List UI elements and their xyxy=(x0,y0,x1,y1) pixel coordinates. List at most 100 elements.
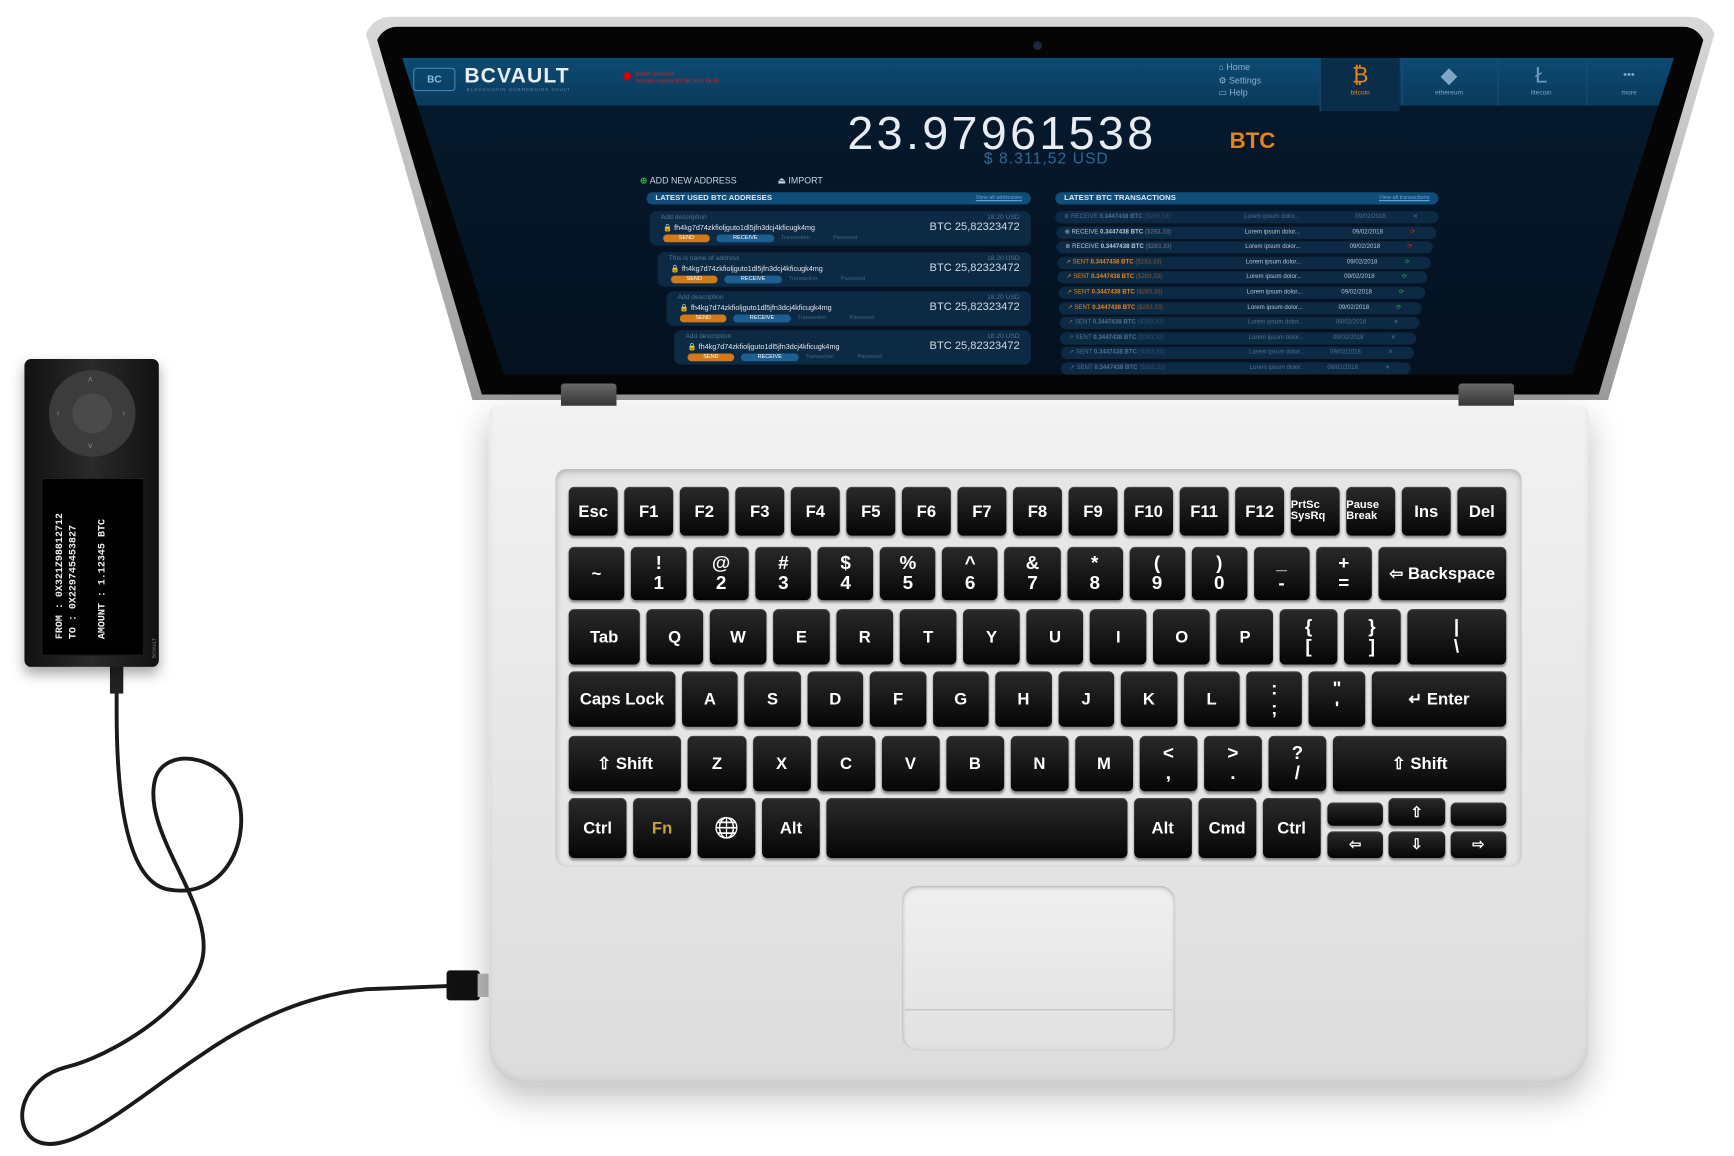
password-link[interactable]: Password xyxy=(858,353,882,360)
key-f12[interactable]: F12 xyxy=(1235,486,1285,536)
address-description[interactable]: This is name of address xyxy=(669,256,740,263)
arrow-down-key[interactable]: ⇩ xyxy=(1388,830,1445,859)
key-g[interactable]: G xyxy=(932,671,989,727)
key-fn[interactable]: Fn xyxy=(633,798,691,859)
password-link[interactable]: Password xyxy=(841,276,865,283)
arrow-up-key[interactable]: ⇧ xyxy=(1388,798,1445,826)
key-symbol[interactable]: + = xyxy=(1316,546,1372,601)
import-button[interactable]: ⏏ IMPORT xyxy=(778,176,823,186)
send-button[interactable]: SEND xyxy=(687,353,735,362)
address-card[interactable]: This is name of address 🔒 fh4kg7d74zkfiol… xyxy=(657,252,1031,287)
key-f6[interactable]: F6 xyxy=(901,486,951,536)
key-tab[interactable]: Tab xyxy=(568,609,640,665)
key-symbol[interactable]: <, xyxy=(1139,735,1198,792)
key-symbol[interactable]: 🌐 xyxy=(697,798,756,859)
key-d[interactable]: D xyxy=(807,671,864,727)
key-f5[interactable]: F5 xyxy=(846,486,896,536)
key-symbol[interactable]: | \ xyxy=(1406,609,1507,665)
key-u[interactable]: U xyxy=(1026,609,1084,665)
transaction-row[interactable]: ↗ SENT 0.3447438 BTC ($283,33) Lorem ipsu… xyxy=(1058,286,1425,299)
receive-button[interactable]: RECEIVE xyxy=(740,353,799,362)
nav-home[interactable]: ⌂ Home xyxy=(1219,62,1251,72)
key-f7[interactable]: F7 xyxy=(957,486,1007,536)
arrow-right-key[interactable]: ⇨ xyxy=(1450,830,1507,859)
key-f10[interactable]: F10 xyxy=(1124,486,1174,536)
key-q[interactable]: Q xyxy=(646,609,704,665)
key-symbol[interactable]: _ - xyxy=(1253,546,1310,601)
key-1[interactable]: ! 1 xyxy=(631,546,687,601)
view-all-transactions-link[interactable]: View all transactions xyxy=(1379,192,1430,204)
key-7[interactable]: & 7 xyxy=(1004,546,1061,601)
transaction-row[interactable]: ⊛ RECEIVE 0.3447438 BTC ($283,33) Lorem i… xyxy=(1056,241,1433,254)
arrow-left-key[interactable]: ⇦ xyxy=(1327,830,1384,859)
address-description[interactable]: Add description xyxy=(678,295,724,302)
key-m[interactable]: M xyxy=(1074,735,1133,792)
address-description[interactable]: Add description xyxy=(661,215,707,222)
tab-bitcoin[interactable]: ₿ bitcoin xyxy=(1319,57,1400,112)
key-backspace[interactable]: ⇦ Backspace xyxy=(1378,546,1507,601)
key-l[interactable]: L xyxy=(1183,671,1240,727)
transaction-row[interactable]: ↗ SENT 0.3447438 BTC ($283,33) Lorem ipsu… xyxy=(1058,301,1422,315)
nav-help[interactable]: ▭ Help xyxy=(1219,88,1248,98)
key-9[interactable]: (9 xyxy=(1129,546,1185,601)
key-esc[interactable]: Esc xyxy=(568,486,618,536)
receive-button[interactable]: RECEIVE xyxy=(716,234,775,243)
key-i[interactable]: I xyxy=(1089,609,1147,665)
key-x[interactable]: X xyxy=(752,735,811,792)
key-v[interactable]: V xyxy=(881,735,940,792)
password-link[interactable]: Password xyxy=(850,315,874,322)
key-enter[interactable]: ↵ Enter xyxy=(1371,671,1507,727)
transaction-row[interactable]: ↗ SENT 0.3447438 BTC ($283,33) Lorem ipsu… xyxy=(1056,256,1431,269)
key-alt[interactable]: Alt xyxy=(1133,798,1192,859)
transaction-row[interactable]: ↗ SENT 0.3447438 BTC ($283,33) Lorem ipsu… xyxy=(1059,316,1420,330)
key-2[interactable]: @2 xyxy=(693,546,749,601)
key-f11[interactable]: F11 xyxy=(1179,486,1229,536)
key-symbol[interactable]: " ' xyxy=(1308,671,1366,727)
logo-icon[interactable]: BC xyxy=(413,67,456,92)
key-n[interactable]: N xyxy=(1010,735,1069,792)
key-symbol[interactable]: :; xyxy=(1246,671,1303,727)
touchpad[interactable] xyxy=(901,885,1176,1051)
key-f[interactable]: F xyxy=(870,671,927,727)
transaction-row[interactable]: ↗ SENT 0.3447438 BTC ($283,33) Lorem ipsu… xyxy=(1060,362,1411,375)
key-f3[interactable]: F3 xyxy=(735,486,785,536)
key-6[interactable]: ^ 6 xyxy=(942,546,998,601)
tab-ethereum[interactable]: ◆ ethereum xyxy=(1401,57,1495,106)
key-symbol[interactable]: ~ xyxy=(568,546,625,601)
key-4[interactable]: $4 xyxy=(817,546,874,601)
key-f4[interactable]: F4 xyxy=(790,486,840,536)
key-3[interactable]: #3 xyxy=(755,546,812,601)
tab-more[interactable]: ••• more xyxy=(1586,57,1670,106)
key-8[interactable]: * 8 xyxy=(1066,546,1123,601)
key-5[interactable]: % 5 xyxy=(880,546,936,601)
key-symbol[interactable]: >. xyxy=(1203,735,1262,792)
transaction-row[interactable]: ⊛ RECEIVE 0.3447438 BTC ($283,33) Lorem i… xyxy=(1055,211,1439,224)
key-caps-lock[interactable]: Caps Lock xyxy=(568,671,676,727)
key-h[interactable]: H xyxy=(995,671,1052,727)
address-description[interactable]: Add description xyxy=(685,333,731,340)
transaction-row[interactable]: ⊛ RECEIVE 0.3447438 BTC ($283,33) Lorem i… xyxy=(1055,226,1436,239)
key-w[interactable]: W xyxy=(709,609,767,665)
key-prtsc-sysrq[interactable]: PrtSc SysRq xyxy=(1290,486,1340,536)
key-ctrl[interactable]: Ctrl xyxy=(568,798,627,859)
key-j[interactable]: J xyxy=(1058,671,1115,727)
key-f2[interactable]: F2 xyxy=(679,486,729,536)
transaction-link[interactable]: Transaction xyxy=(805,353,834,360)
key-k[interactable]: K xyxy=(1120,671,1177,727)
view-all-addresses-link[interactable]: View all addresses xyxy=(976,192,1022,204)
transaction-row[interactable]: ↗ SENT 0.3447438 BTC ($283,33) Lorem ipsu… xyxy=(1059,332,1417,345)
receive-button[interactable]: RECEIVE xyxy=(724,275,783,284)
add-address-button[interactable]: ⊕ ADD NEW ADDRESS xyxy=(640,176,737,186)
address-card[interactable]: Add description 🔒 fh4kg7d74zkfioljguto1dl… xyxy=(674,330,1031,365)
nav-settings[interactable]: ⚙ Settings xyxy=(1219,76,1262,86)
key-alt[interactable]: Alt xyxy=(762,798,820,859)
key-f1[interactable]: F1 xyxy=(624,486,674,536)
key-a[interactable]: A xyxy=(681,671,738,727)
key-shift[interactable]: ⇧ Shift xyxy=(568,735,682,792)
key-del[interactable]: Del xyxy=(1457,486,1507,536)
key-r[interactable]: R xyxy=(836,609,894,665)
key-o[interactable]: O xyxy=(1153,609,1211,665)
transaction-link[interactable]: Transaction xyxy=(798,315,827,322)
key-y[interactable]: Y xyxy=(963,609,1020,665)
key-symbol[interactable]: }] xyxy=(1343,609,1401,665)
